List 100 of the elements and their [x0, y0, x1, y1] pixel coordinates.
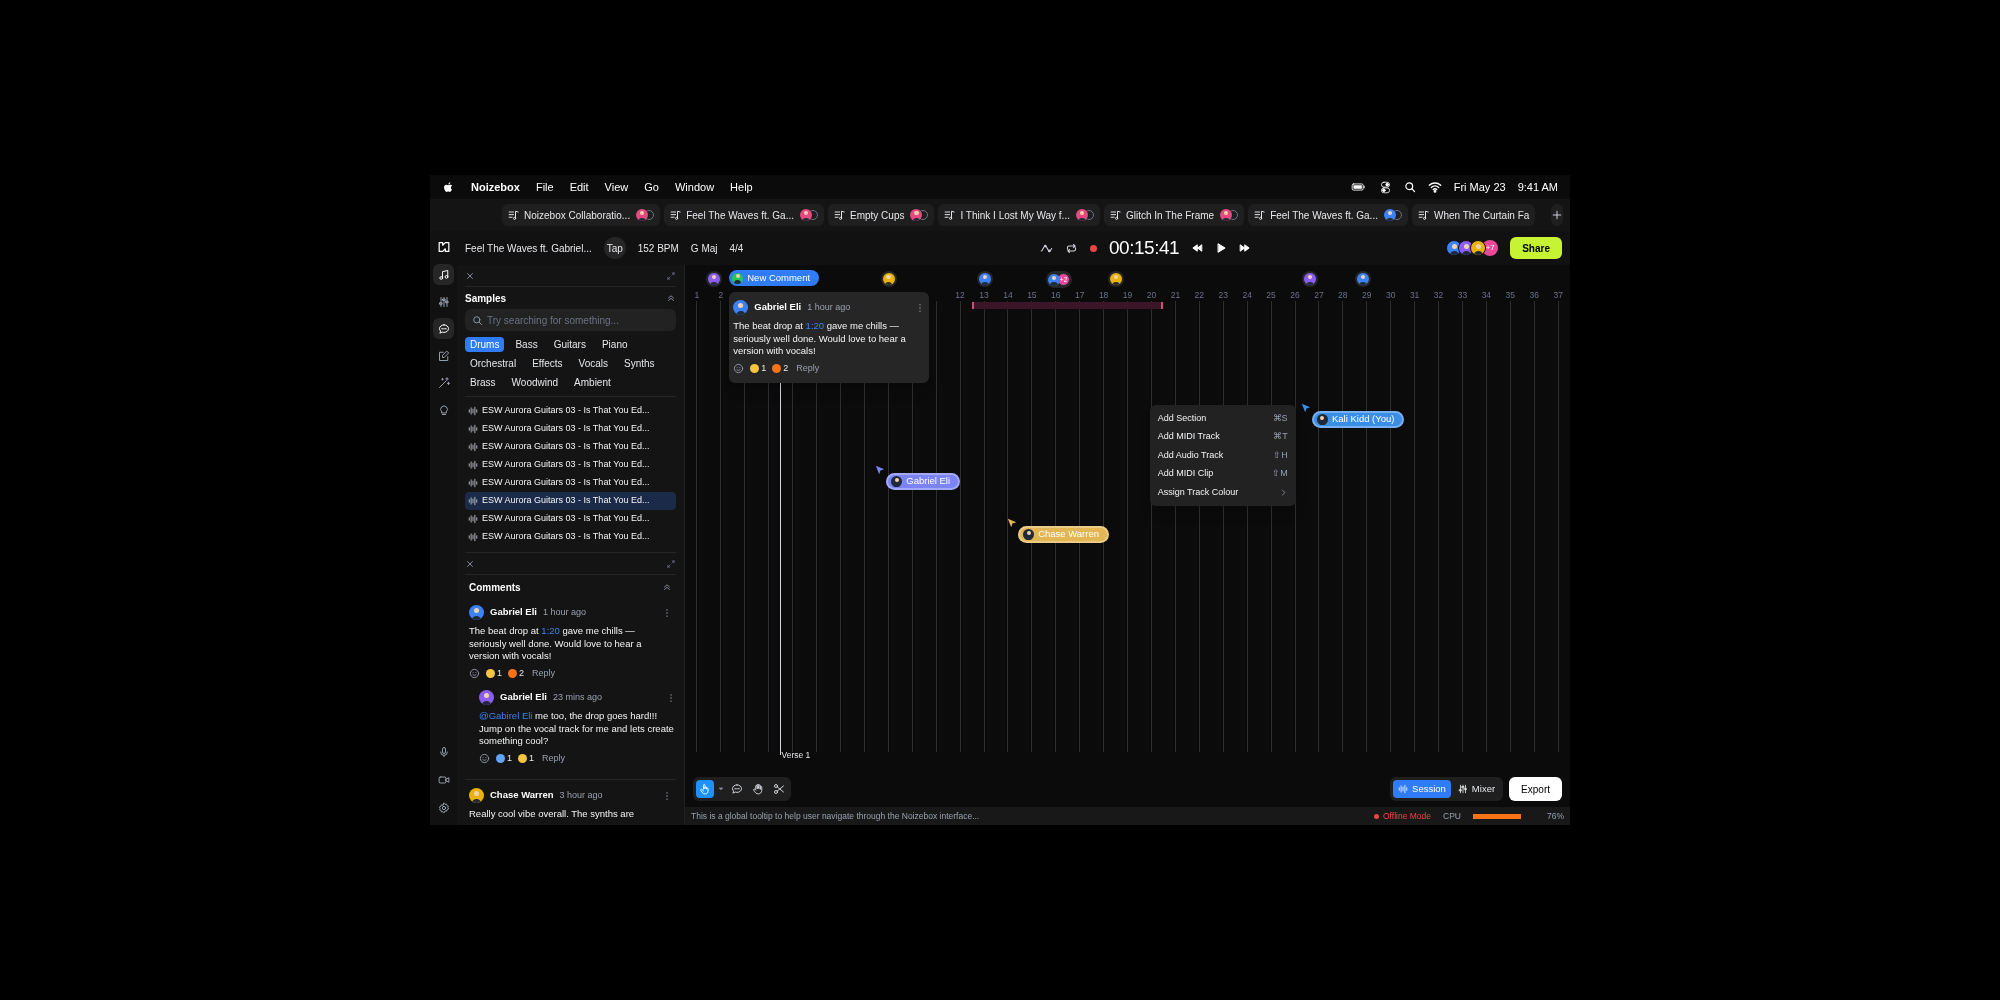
sample-item[interactable]: ESW Aurora Guitars 03 - Is That You Ed...	[465, 456, 676, 474]
link[interactable]: 1:20	[805, 320, 825, 331]
menu-item[interactable]: Assign Track Colour	[1149, 483, 1296, 502]
category-chip[interactable]: Bass	[510, 337, 543, 352]
tempo-selector[interactable]: 152 BPM	[637, 240, 679, 256]
play-icon[interactable]	[1215, 242, 1228, 254]
bar-number: 30	[1385, 289, 1396, 301]
expand-icon[interactable]	[666, 270, 676, 281]
apple-icon[interactable]	[442, 180, 455, 194]
category-chip[interactable]: Guitars	[548, 337, 591, 352]
reaction-button[interactable]: 1	[750, 361, 767, 375]
category-chip[interactable]: Vocals	[573, 356, 613, 371]
comments-tool-button[interactable]	[433, 318, 454, 339]
control-center-icon[interactable]	[1378, 180, 1392, 194]
category-chip[interactable]: Effects	[527, 356, 568, 371]
menu-item[interactable]: Add Audio Track ⇧H	[1149, 446, 1296, 465]
sample-item[interactable]: ESW Aurora Guitars 03 - Is That You Ed...	[465, 474, 676, 492]
add-reaction-icon[interactable]	[469, 667, 480, 679]
search-icon[interactable]	[1403, 181, 1416, 193]
sample-item[interactable]: ESW Aurora Guitars 03 - Is That You Ed...	[465, 420, 676, 438]
category-chip[interactable]: Ambient	[569, 375, 616, 390]
reply-button[interactable]: Reply	[532, 666, 556, 680]
bar-number: 35	[1505, 289, 1516, 301]
tap-tempo-button[interactable]: Tap	[603, 237, 626, 259]
collapse-icon[interactable]	[662, 582, 672, 592]
key-selector[interactable]: G Maj	[690, 240, 718, 256]
collapse-icon[interactable]	[666, 293, 676, 303]
app-name[interactable]: Noizebox	[471, 178, 520, 196]
bar-number: 34	[1481, 289, 1492, 301]
project-tab[interactable]: When The Curtain Fa	[1411, 204, 1536, 226]
reaction-button[interactable]: 1	[518, 751, 535, 765]
reaction-button[interactable]: 1	[486, 666, 502, 680]
menu-item[interactable]: Window	[674, 178, 715, 196]
rewind-icon[interactable]	[1191, 242, 1204, 254]
reaction-button[interactable]: 1	[496, 751, 512, 765]
project-tab[interactable]: Feel The Waves ft. Ga...	[1248, 204, 1408, 226]
project-tab[interactable]: Noizebox Collaboratio...	[502, 204, 661, 226]
menu-item[interactable]: Edit	[569, 178, 589, 196]
menu-item[interactable]: Help	[730, 178, 753, 196]
export-button[interactable]: Export	[1509, 777, 1562, 801]
comment-author: Gabriel Eli	[500, 690, 547, 705]
category-chip[interactable]: Brass	[465, 375, 501, 390]
project-tab[interactable]: Glitch In The Frame	[1103, 204, 1245, 226]
video-camera-icon[interactable]	[437, 774, 450, 786]
close-icon[interactable]	[465, 558, 475, 569]
waveform-icon	[468, 496, 478, 506]
sample-item[interactable]: ESW Aurora Guitars 03 - Is That You Ed...	[465, 528, 676, 546]
menu-item[interactable]: Go	[644, 178, 659, 196]
menu-item[interactable]: Add Section ⌘S	[1149, 409, 1296, 428]
record-button[interactable]	[1090, 244, 1097, 252]
loop-icon[interactable]	[1065, 241, 1078, 255]
playlist-icon	[1109, 209, 1122, 221]
sample-item[interactable]: ESW Aurora Guitars 03 - Is That You Ed...	[465, 510, 676, 528]
edit-icon	[437, 349, 450, 362]
category-chip[interactable]: Drums	[465, 337, 505, 352]
reply-button[interactable]: Reply	[796, 361, 820, 375]
loop-region[interactable]	[972, 302, 1164, 309]
link[interactable]: @Gabirel Eli	[479, 710, 533, 721]
time-signature-selector[interactable]: 4/4	[729, 240, 744, 256]
pointer-tool-button[interactable]	[696, 780, 714, 798]
category-chip[interactable]: Piano	[596, 337, 633, 352]
comment-author: Gabriel Eli	[754, 300, 802, 315]
microphone-icon[interactable]	[437, 746, 450, 758]
menu-item[interactable]: View	[604, 178, 629, 196]
category-chip[interactable]: Orchestral	[465, 356, 522, 371]
reply-button[interactable]: Reply	[542, 751, 566, 765]
sample-item[interactable]: ESW Aurora Guitars 03 - Is That You Ed...	[465, 402, 676, 420]
new-tab-button[interactable]	[1551, 204, 1564, 226]
settings-icon[interactable]	[437, 802, 450, 814]
add-reaction-icon[interactable]	[479, 752, 490, 764]
logo-icon[interactable]	[436, 240, 451, 254]
sample-item[interactable]: ESW Aurora Guitars 03 - Is That You Ed...	[465, 438, 676, 456]
search-field[interactable]: Try searching for something...	[465, 309, 676, 331]
category-chip[interactable]: Woodwind	[506, 375, 564, 390]
new-comment-button[interactable]: New Comment	[729, 270, 820, 286]
category-chip[interactable]: Synths	[619, 356, 660, 371]
wifi-icon[interactable]	[1427, 180, 1442, 194]
project-tab[interactable]: I Think I Lost My Way f...	[938, 204, 1100, 226]
expand-icon[interactable]	[666, 558, 676, 569]
waveform-icon	[468, 478, 478, 488]
sample-item[interactable]: ESW Aurora Guitars 03 - Is That You Ed...	[465, 492, 676, 510]
view-tab[interactable]: Session	[1393, 780, 1451, 798]
menu-item[interactable]: Add MIDI Track ⌘T	[1149, 427, 1296, 446]
close-icon[interactable]	[465, 270, 475, 281]
music-tool-button[interactable]	[433, 264, 454, 285]
project-tab[interactable]: Empty Cups	[828, 204, 935, 226]
menu-item[interactable]: Add MIDI Clip ⇧M	[1149, 464, 1296, 483]
link[interactable]: 1:20	[541, 625, 560, 636]
reaction-button[interactable]: 2	[772, 361, 789, 375]
bar-number: 37	[1553, 289, 1563, 301]
view-tab[interactable]: Mixer	[1452, 780, 1501, 798]
reaction-button[interactable]: 2	[508, 666, 525, 680]
battery-icon[interactable]	[1349, 180, 1367, 194]
add-reaction-icon[interactable]	[733, 362, 745, 374]
fast-forward-icon[interactable]	[1239, 242, 1252, 254]
bar-number: 26	[1290, 289, 1300, 301]
bar-number: 21	[1170, 289, 1181, 301]
share-button[interactable]: Share	[1510, 237, 1562, 259]
project-tab[interactable]: Feel The Waves ft. Ga...	[664, 204, 824, 226]
menu-item[interactable]: File	[535, 178, 554, 196]
